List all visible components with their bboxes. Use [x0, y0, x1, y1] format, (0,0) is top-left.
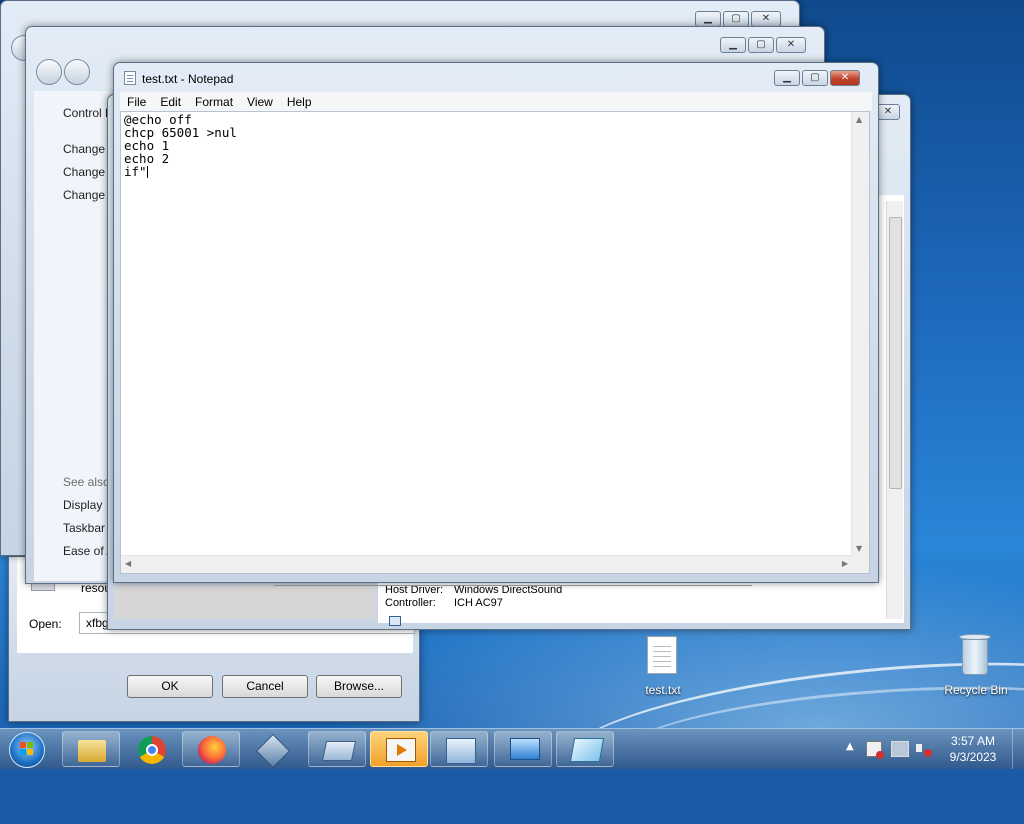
- close-button[interactable]: ✕: [751, 11, 781, 27]
- text-caret: [146, 166, 148, 178]
- resize-grip[interactable]: [852, 556, 869, 573]
- taskbar-explorer[interactable]: [62, 731, 120, 767]
- desktop-icon-recycle-bin[interactable]: Recycle Bin: [938, 630, 1014, 700]
- notepad-window: test.txt - Notepad ▁ ▢ ✕ File Edit Forma…: [113, 62, 879, 583]
- clock-date[interactable]: 9/3/2023: [938, 750, 1008, 764]
- maximize-button[interactable]: ▢: [723, 11, 749, 27]
- show-desktop-button[interactable]: [1012, 729, 1024, 769]
- see-also-link-display[interactable]: Display: [63, 498, 102, 512]
- close-button[interactable]: ✕: [830, 70, 860, 86]
- caption-buttons: ▁ ▢ ✕: [718, 37, 806, 53]
- taskbar-dxdiag[interactable]: [494, 731, 552, 767]
- caption-buttons: ▁ ▢ ✕: [693, 11, 781, 27]
- media-icon: [386, 738, 416, 762]
- open-input-value: xfbg: [86, 616, 109, 630]
- chrome-icon: [138, 736, 166, 764]
- taskbar: ▲ 3:57 AM 9/3/2023: [0, 728, 1024, 769]
- recycle-bin-icon: [959, 634, 991, 676]
- ok-button[interactable]: OK: [127, 675, 213, 698]
- maximize-button[interactable]: ▢: [748, 37, 774, 53]
- text-file-icon: [647, 636, 677, 674]
- taskbar-chrome[interactable]: [122, 731, 180, 767]
- taskbar-run[interactable]: [308, 731, 366, 767]
- task-link[interactable]: Change r: [63, 165, 112, 179]
- menu-view[interactable]: View: [240, 95, 280, 109]
- minimize-button[interactable]: ▁: [695, 11, 721, 27]
- scroll-right-icon[interactable]: ▶: [842, 559, 848, 568]
- dxdiag-left-pane: [114, 585, 376, 619]
- taskbar-media[interactable]: [370, 731, 428, 767]
- start-button[interactable]: [6, 731, 46, 768]
- show-hidden-icons-icon[interactable]: ▲: [846, 741, 854, 752]
- desktop-icon-label: test.txt: [645, 683, 681, 697]
- desktop-icon-label: Recycle Bin: [944, 683, 1008, 697]
- desktop-icon-test-txt[interactable]: test.txt: [630, 634, 696, 700]
- controller-value: ICH AC97: [454, 597, 503, 609]
- network-icon[interactable]: [891, 741, 909, 757]
- dxdiag-scrollbar[interactable]: [886, 201, 903, 619]
- scroll-up-icon[interactable]: ▲: [856, 115, 862, 124]
- menu-file[interactable]: File: [120, 95, 153, 109]
- clock-time[interactable]: 3:57 AM: [938, 734, 1008, 748]
- windows-logo-icon: [9, 732, 45, 768]
- forward-nav-button[interactable]: [64, 59, 90, 85]
- taskbar-virtualbox[interactable]: [242, 731, 300, 768]
- notepad-title: test.txt - Notepad: [142, 72, 234, 86]
- taskbar-notepad[interactable]: [556, 731, 614, 767]
- close-button[interactable]: ✕: [876, 104, 900, 120]
- control-panel-breadcrumb[interactable]: Control P: [63, 106, 113, 120]
- taskbar-control-panel[interactable]: [430, 731, 488, 767]
- checkbox[interactable]: [389, 616, 401, 626]
- firefox-icon: [198, 736, 226, 764]
- cancel-button[interactable]: Cancel: [222, 675, 308, 698]
- open-label: Open:: [29, 617, 62, 631]
- run-icon: [321, 741, 357, 761]
- taskbar-firefox[interactable]: [182, 731, 240, 767]
- dxdiag-icon: [510, 738, 540, 760]
- controller-label: Controller:: [385, 597, 436, 609]
- scroll-down-icon[interactable]: ▼: [856, 544, 862, 553]
- volume-muted-icon[interactable]: [916, 741, 932, 757]
- editor-text: @echo off chcp 65001 >nul echo 1 echo 2 …: [124, 113, 237, 178]
- virtualbox-icon: [256, 734, 290, 768]
- group-box-line: [274, 585, 752, 586]
- scrollbar-thumb[interactable]: [889, 217, 902, 489]
- minimize-button[interactable]: ▁: [774, 70, 800, 86]
- minimize-button[interactable]: ▁: [720, 37, 746, 53]
- horizontal-scrollbar[interactable]: ◀ ▶: [121, 555, 852, 573]
- vertical-scrollbar[interactable]: ▲ ▼: [851, 112, 869, 556]
- menu-format[interactable]: Format: [188, 95, 240, 109]
- notepad-icon: [569, 738, 605, 762]
- control-panel-icon: [446, 738, 476, 764]
- scroll-left-icon[interactable]: ◀: [125, 559, 131, 568]
- action-center-icon[interactable]: [866, 741, 884, 759]
- menu-bar: File Edit Format View Help: [120, 92, 872, 111]
- maximize-button[interactable]: ▢: [802, 70, 828, 86]
- caption-buttons: ▁ ▢ ✕: [772, 70, 860, 86]
- windows-explorer-icon: [78, 740, 106, 762]
- editor-line: if": [124, 164, 147, 179]
- browse-button[interactable]: Browse...: [316, 675, 402, 698]
- menu-help[interactable]: Help: [280, 95, 319, 109]
- menu-edit[interactable]: Edit: [153, 95, 188, 109]
- back-nav-button[interactable]: [36, 59, 62, 85]
- see-also-heading: See also: [63, 475, 110, 489]
- close-button[interactable]: ✕: [776, 37, 806, 53]
- notepad-icon: [124, 71, 136, 85]
- text-editor[interactable]: @echo off chcp 65001 >nul echo 1 echo 2 …: [120, 111, 870, 574]
